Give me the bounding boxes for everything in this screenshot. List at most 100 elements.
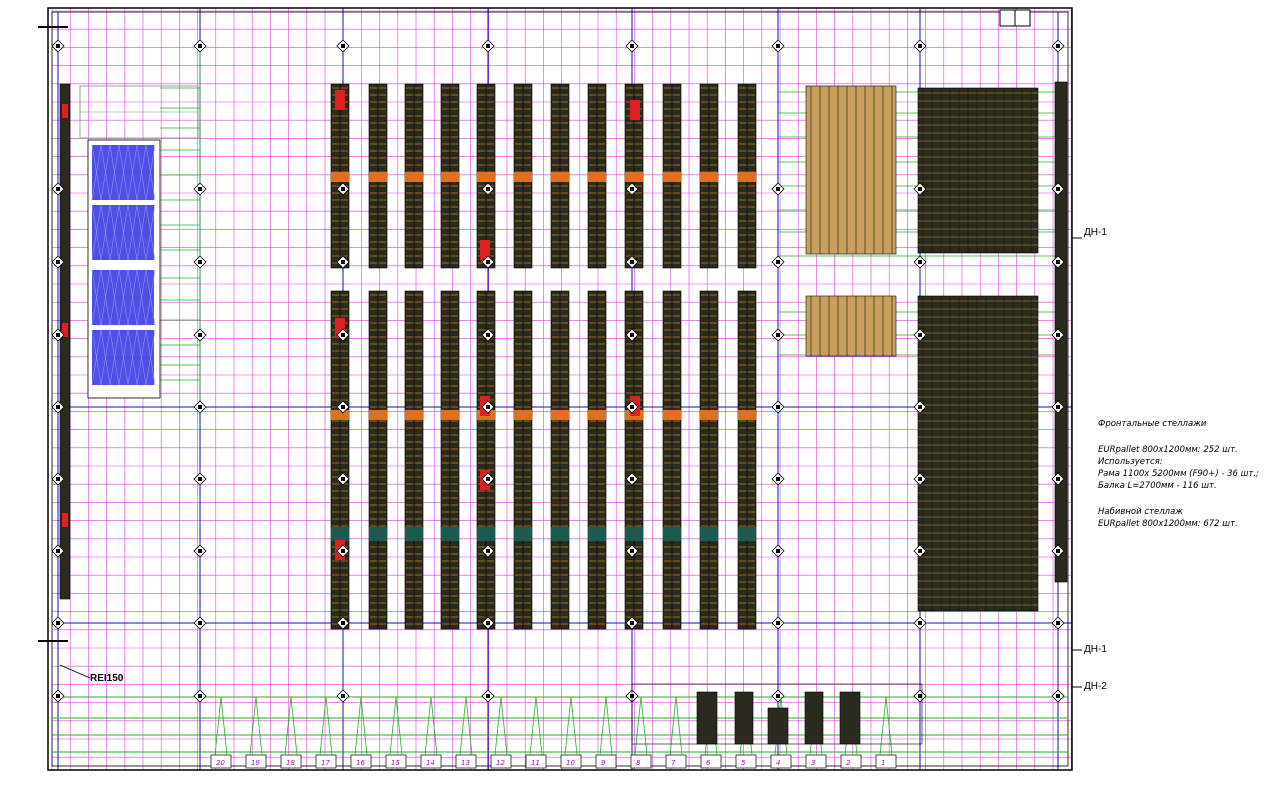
column-core — [1056, 333, 1060, 337]
used-label: Используется: — [1098, 457, 1163, 467]
gate-ramp-line — [634, 696, 642, 756]
column-core — [918, 621, 922, 625]
drive-in-title: Набивной стеллаж — [1098, 507, 1183, 517]
rack-teal-band — [551, 527, 569, 541]
rack-orange-band — [514, 410, 532, 420]
gate-ramp-line — [535, 696, 543, 756]
rack-orange-band — [369, 410, 387, 420]
column-core — [918, 477, 922, 481]
rack-orange-band — [331, 172, 349, 182]
drive-in-block — [917, 87, 1039, 254]
column-core — [486, 333, 490, 337]
dock-gate — [595, 754, 617, 769]
column-core — [1056, 260, 1060, 264]
column-core — [341, 333, 345, 337]
dock-gate — [665, 754, 687, 769]
column-core — [630, 260, 634, 264]
column-core — [341, 694, 345, 698]
fire-rating-label: REI150 — [90, 673, 124, 684]
rack-teal-band — [588, 527, 606, 541]
highlight-cell — [62, 104, 68, 118]
column-core — [630, 333, 634, 337]
dock-gate — [840, 754, 862, 769]
column-core — [1056, 549, 1060, 553]
column-core — [486, 405, 490, 409]
rack-teal-band — [625, 527, 643, 541]
column-core — [776, 260, 780, 264]
column-core — [198, 44, 202, 48]
warehouse-floor-plan: 20 19 18 17 16 15 14 13 12 11 10 9 8 7 6 5 4 3 2 1 — [38, 7, 1082, 771]
column-core — [198, 260, 202, 264]
gate-ramp-line — [249, 696, 257, 756]
dn1-lower-label: ДН-1 — [1084, 644, 1107, 655]
dock-gate-number: 16 — [356, 759, 365, 767]
rack-orange-band — [441, 172, 459, 182]
gate-ramp-line — [354, 696, 362, 756]
dock-gate-number: 5 — [741, 759, 746, 767]
dock-gate-number: 14 — [426, 759, 435, 767]
rack-teal-band — [700, 527, 718, 541]
dock-gate — [770, 754, 792, 769]
small-rack — [734, 691, 754, 745]
gate-ramp-line — [599, 696, 607, 756]
column-core — [1056, 477, 1060, 481]
column-core — [56, 405, 60, 409]
dock-gate — [875, 754, 897, 769]
gate-ramp-line — [220, 696, 228, 756]
column-core — [56, 477, 60, 481]
column-core — [1056, 694, 1060, 698]
column-core — [918, 44, 922, 48]
rack-orange-band — [625, 172, 643, 182]
rack-orange-band — [663, 172, 681, 182]
dock-gate — [630, 754, 652, 769]
dn2-label: ДН-2 — [1084, 681, 1107, 692]
gate-ramp-line — [605, 696, 613, 756]
dock-gate — [805, 754, 827, 769]
column-core — [918, 187, 922, 191]
column-core — [776, 549, 780, 553]
rack-orange-band — [700, 410, 718, 420]
gate-ramp-line — [500, 696, 508, 756]
column-core — [56, 694, 60, 698]
dock-gate-number: 4 — [776, 759, 780, 767]
rack-teal-band — [663, 527, 681, 541]
dock-gate — [700, 754, 722, 769]
column-core — [776, 694, 780, 698]
gate-ramp-line — [290, 696, 298, 756]
rack-orange-band — [700, 172, 718, 182]
highlight-cell — [62, 513, 68, 527]
rack-orange-band — [331, 410, 349, 420]
gate-ramp-line — [640, 696, 648, 756]
rack-orange-band — [369, 172, 387, 182]
gate-ramp-line — [395, 696, 403, 756]
dock-gate-number: 17 — [321, 759, 330, 767]
column-core — [776, 621, 780, 625]
rack-orange-band — [738, 172, 756, 182]
column-core — [341, 405, 345, 409]
column-core — [198, 333, 202, 337]
gate-ramp-line — [465, 696, 473, 756]
column-core — [198, 187, 202, 191]
column-core — [198, 621, 202, 625]
rack-orange-band — [551, 410, 569, 420]
column-core — [630, 44, 634, 48]
column-core — [486, 44, 490, 48]
dock-gate-number: 2 — [846, 759, 851, 767]
column-core — [198, 477, 202, 481]
column-core — [341, 621, 345, 625]
rack-orange-band — [477, 172, 495, 182]
column-core — [630, 187, 634, 191]
rack-teal-band — [477, 527, 495, 541]
column-core — [776, 477, 780, 481]
dock-gate-number: 9 — [601, 759, 606, 767]
gate-ramp-line — [675, 696, 683, 756]
small-rack — [839, 691, 861, 745]
column-core — [486, 549, 490, 553]
column-core — [56, 187, 60, 191]
drive-in-pallets: EURpallet 800x1200мм: 672 шт. — [1098, 519, 1238, 529]
column-core — [198, 694, 202, 698]
column-core — [1056, 187, 1060, 191]
rack-orange-band — [588, 172, 606, 182]
rack-teal-band — [369, 527, 387, 541]
column-core — [776, 333, 780, 337]
